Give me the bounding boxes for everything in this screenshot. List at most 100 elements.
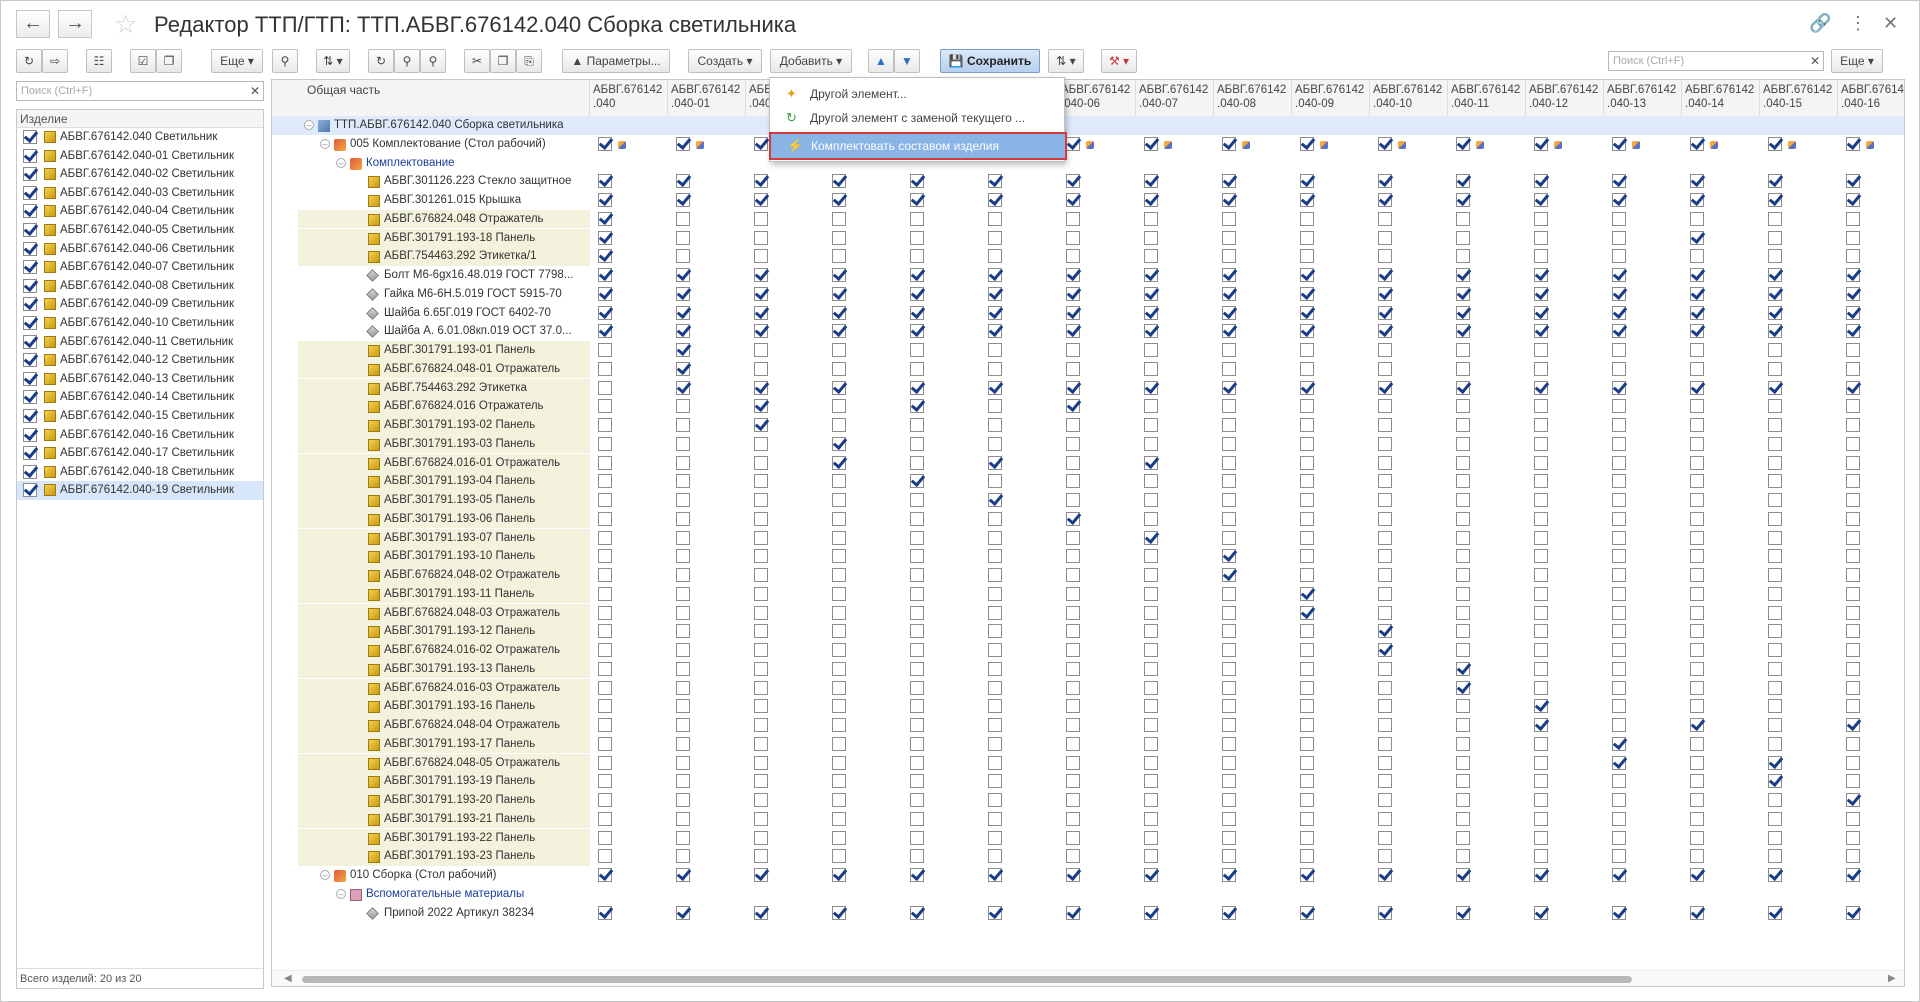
include-checkbox[interactable] bbox=[1378, 680, 1392, 695]
grid-row[interactable]: АБВГ.301791.193-18 Панель bbox=[272, 228, 1904, 248]
column-header[interactable]: АБВГ.676142 .040-08 bbox=[1214, 80, 1292, 116]
tree-cell[interactable]: АБВГ.754463.292 Этикетка bbox=[298, 378, 590, 398]
include-checkbox[interactable] bbox=[598, 493, 612, 507]
include-checkbox[interactable] bbox=[1690, 605, 1704, 620]
include-checkbox[interactable] bbox=[1222, 305, 1236, 320]
include-checkbox[interactable] bbox=[754, 680, 768, 695]
include-checkbox[interactable] bbox=[1768, 774, 1782, 789]
include-checkbox[interactable] bbox=[598, 455, 612, 470]
include-checkbox[interactable] bbox=[676, 211, 690, 226]
include-checkbox[interactable] bbox=[1456, 680, 1470, 695]
include-checkbox[interactable] bbox=[1300, 361, 1314, 376]
include-checkbox[interactable] bbox=[1378, 136, 1392, 151]
include-checkbox[interactable] bbox=[910, 568, 924, 582]
include-checkbox[interactable] bbox=[1846, 849, 1860, 864]
include-checkbox[interactable] bbox=[1066, 174, 1080, 189]
include-checkbox[interactable] bbox=[1690, 586, 1704, 601]
product-list-item[interactable]: АБВГ.676142.040-15 Светильник bbox=[17, 407, 263, 426]
grid-row[interactable]: АБВГ.301791.193-12 Панель bbox=[272, 622, 1904, 641]
include-checkbox[interactable] bbox=[1846, 568, 1860, 582]
menu-item-complete-by-composition[interactable]: ⚡ Комплектовать составом изделия bbox=[769, 132, 1067, 160]
include-checkbox[interactable] bbox=[676, 193, 690, 207]
include-checkbox[interactable] bbox=[1378, 643, 1392, 657]
include-checkbox[interactable] bbox=[1144, 830, 1158, 845]
include-checkbox[interactable] bbox=[1612, 774, 1626, 789]
include-checkbox[interactable] bbox=[832, 361, 846, 376]
include-checkbox[interactable] bbox=[1300, 718, 1314, 732]
include-checkbox[interactable] bbox=[1768, 474, 1782, 489]
include-checkbox[interactable] bbox=[1144, 249, 1158, 264]
include-checkbox[interactable] bbox=[1378, 905, 1392, 920]
grid-row[interactable]: АБВГ.754463.292 Этикетка bbox=[272, 378, 1904, 398]
grid-row[interactable]: АБВГ.676824.048-03 Отражатель bbox=[272, 603, 1904, 623]
include-checkbox[interactable] bbox=[1846, 774, 1860, 789]
include-checkbox[interactable] bbox=[1378, 774, 1392, 789]
include-checkbox[interactable] bbox=[1300, 774, 1314, 789]
include-checkbox[interactable] bbox=[754, 136, 768, 151]
include-checkbox[interactable] bbox=[1612, 568, 1626, 582]
product-list-item[interactable]: АБВГ.676142.040-02 Светильник bbox=[17, 165, 263, 184]
include-checkbox[interactable] bbox=[1456, 305, 1470, 320]
product-checkbox[interactable] bbox=[23, 334, 37, 349]
grid-row[interactable]: АБВГ.301791.193-06 Панель bbox=[272, 509, 1904, 529]
include-checkbox[interactable] bbox=[1456, 549, 1470, 564]
include-checkbox[interactable] bbox=[1612, 324, 1626, 339]
include-checkbox[interactable] bbox=[754, 586, 768, 601]
horizontal-scrollbar[interactable]: ◀ ▶ bbox=[272, 970, 1904, 986]
refresh-button[interactable]: ↻ bbox=[16, 49, 42, 73]
include-checkbox[interactable] bbox=[1846, 811, 1860, 826]
include-checkbox[interactable] bbox=[832, 680, 846, 695]
grid-row[interactable]: АБВГ.676824.016-03 Отражатель bbox=[272, 678, 1904, 698]
include-checkbox[interactable] bbox=[1456, 249, 1470, 264]
include-checkbox[interactable] bbox=[832, 268, 846, 282]
include-checkbox[interactable] bbox=[1222, 811, 1236, 826]
include-checkbox[interactable] bbox=[1066, 343, 1080, 357]
include-checkbox[interactable] bbox=[832, 736, 846, 751]
include-checkbox[interactable] bbox=[1612, 811, 1626, 826]
include-checkbox[interactable] bbox=[1768, 718, 1782, 732]
include-checkbox[interactable] bbox=[1768, 755, 1782, 770]
include-checkbox[interactable] bbox=[832, 511, 846, 526]
column-header[interactable]: АБВГ.676142 .040 bbox=[590, 80, 668, 116]
include-checkbox[interactable] bbox=[1534, 849, 1548, 864]
include-checkbox[interactable] bbox=[1534, 643, 1548, 657]
include-checkbox[interactable] bbox=[1222, 455, 1236, 470]
include-checkbox[interactable] bbox=[1144, 793, 1158, 807]
include-checkbox[interactable] bbox=[676, 230, 690, 245]
include-checkbox[interactable] bbox=[988, 268, 1002, 282]
include-checkbox[interactable] bbox=[832, 586, 846, 601]
close-icon[interactable]: ✕ bbox=[1883, 13, 1898, 34]
include-checkbox[interactable] bbox=[1456, 699, 1470, 714]
tools-button[interactable]: ⚒ ▾ bbox=[1101, 49, 1137, 73]
include-checkbox[interactable] bbox=[988, 174, 1002, 189]
include-checkbox[interactable] bbox=[676, 718, 690, 732]
include-checkbox[interactable] bbox=[598, 736, 612, 751]
include-checkbox[interactable] bbox=[1846, 605, 1860, 620]
include-checkbox[interactable] bbox=[1300, 305, 1314, 320]
include-checkbox[interactable] bbox=[598, 418, 612, 432]
include-checkbox[interactable] bbox=[676, 549, 690, 564]
tree-cell[interactable]: Шайба А. 6.01.08кп.019 ОСТ 37.0... bbox=[298, 322, 590, 341]
grid-row[interactable]: – Вспомогательные материалы bbox=[272, 885, 1904, 904]
include-checkbox[interactable] bbox=[1456, 211, 1470, 226]
include-checkbox[interactable] bbox=[1612, 361, 1626, 376]
include-checkbox[interactable] bbox=[598, 643, 612, 657]
include-checkbox[interactable] bbox=[676, 699, 690, 714]
include-checkbox[interactable] bbox=[1612, 605, 1626, 620]
include-checkbox[interactable] bbox=[1690, 324, 1704, 339]
find-next-button[interactable]: ⚲ bbox=[420, 49, 446, 73]
tree-cell[interactable]: АБВГ.301791.193-21 Панель bbox=[298, 809, 590, 829]
include-checkbox[interactable] bbox=[832, 868, 846, 882]
grid-row[interactable]: АБВГ.676824.016-02 Отражатель bbox=[272, 641, 1904, 660]
include-checkbox[interactable] bbox=[1144, 286, 1158, 301]
include-checkbox[interactable] bbox=[676, 643, 690, 657]
include-checkbox[interactable] bbox=[1378, 849, 1392, 864]
include-checkbox[interactable] bbox=[754, 849, 768, 864]
include-checkbox[interactable] bbox=[1378, 624, 1392, 639]
tree-cell[interactable]: АБВГ.676824.048-04 Отражатель bbox=[298, 716, 590, 735]
grid-row[interactable]: Припой 2022 Артикул 38234 bbox=[272, 904, 1904, 923]
grid-row[interactable]: Гайка М6-6Н.5.019 ГОСТ 5915-70 bbox=[272, 285, 1904, 304]
include-checkbox[interactable] bbox=[1144, 905, 1158, 920]
include-checkbox[interactable] bbox=[1066, 493, 1080, 507]
product-checkbox[interactable] bbox=[23, 278, 37, 293]
